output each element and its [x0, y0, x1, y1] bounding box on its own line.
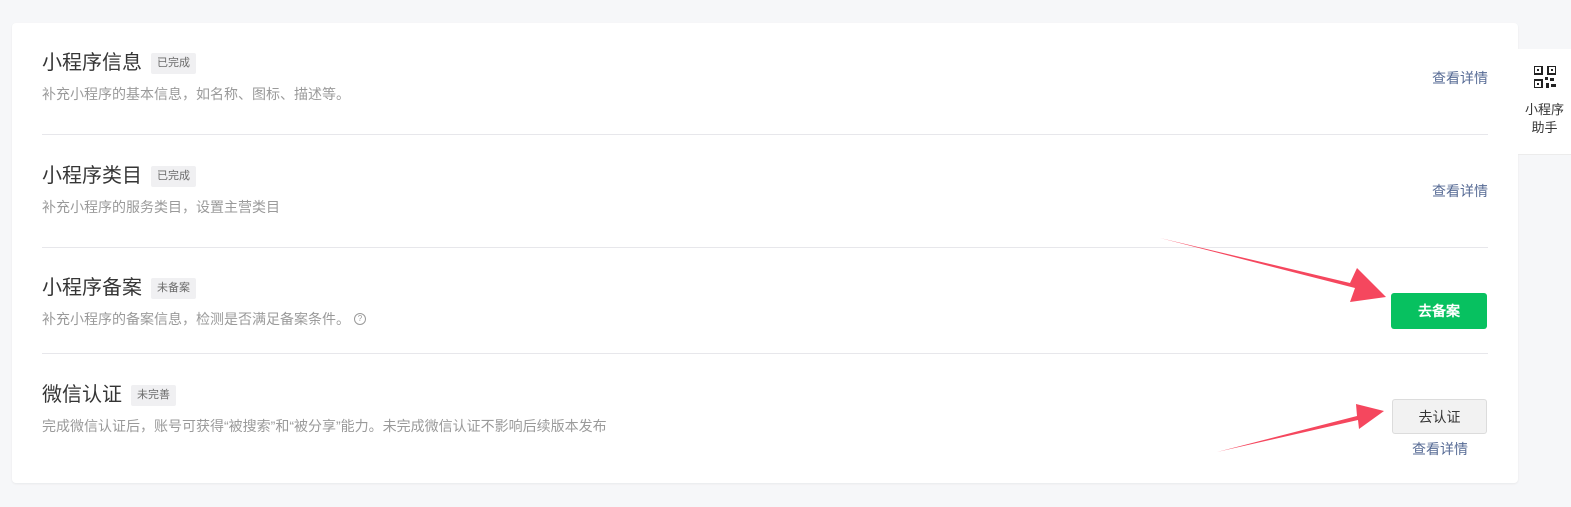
- row-description: 补充小程序的服务类目，设置主营类目: [42, 199, 280, 215]
- row-wechat-verification: 微信认证 未完善 完成微信认证后，账号可获得“被搜索”和“被分享”能力。未完成微…: [42, 382, 1488, 436]
- status-badge: 未备案: [151, 277, 196, 299]
- assistant-label-line2: 助手: [1531, 120, 1558, 135]
- row-title: 小程序备案: [42, 277, 142, 299]
- row-description: 补充小程序的基本信息，如名称、图标、描述等。: [42, 86, 350, 102]
- row-title: 小程序类目: [42, 165, 142, 187]
- go-verify-button[interactable]: 去认证: [1392, 399, 1487, 434]
- miniprogram-assistant-panel[interactable]: 小程序 助手: [1518, 49, 1571, 155]
- qr-code-icon: [1534, 66, 1556, 88]
- row-description-text: 补充小程序的备案信息，检测是否满足备案条件。: [42, 311, 350, 327]
- row-title: 小程序信息: [42, 52, 142, 74]
- help-icon[interactable]: ?: [354, 313, 366, 325]
- settings-card: 小程序信息 已完成 补充小程序的基本信息，如名称、图标、描述等。 查看详情 小程…: [12, 23, 1518, 483]
- divider: [42, 134, 1488, 135]
- view-details-link[interactable]: 查看详情: [1432, 181, 1488, 201]
- row-miniprogram-filing: 小程序备案 未备案 补充小程序的备案信息，检测是否满足备案条件。 ?: [42, 275, 1488, 329]
- assistant-label: 小程序 助手: [1518, 101, 1571, 137]
- divider: [42, 247, 1488, 248]
- status-badge: 已完成: [151, 52, 196, 74]
- divider: [42, 353, 1488, 354]
- row-title: 微信认证: [42, 384, 122, 406]
- view-details-link[interactable]: 查看详情: [1412, 439, 1468, 459]
- status-badge: 未完善: [131, 384, 176, 406]
- go-filing-button[interactable]: 去备案: [1391, 293, 1487, 329]
- row-description: 补充小程序的备案信息，检测是否满足备案条件。 ?: [42, 309, 1488, 329]
- view-details-link[interactable]: 查看详情: [1432, 68, 1488, 88]
- row-description: 完成微信认证后，账号可获得“被搜索”和“被分享”能力。未完成微信认证不影响后续版…: [42, 418, 607, 434]
- row-miniprogram-category: 小程序类目 已完成 补充小程序的服务类目，设置主营类目: [42, 163, 1488, 217]
- assistant-label-line1: 小程序: [1524, 102, 1564, 117]
- row-miniprogram-info: 小程序信息 已完成 补充小程序的基本信息，如名称、图标、描述等。: [42, 50, 1488, 104]
- status-badge: 已完成: [151, 165, 196, 187]
